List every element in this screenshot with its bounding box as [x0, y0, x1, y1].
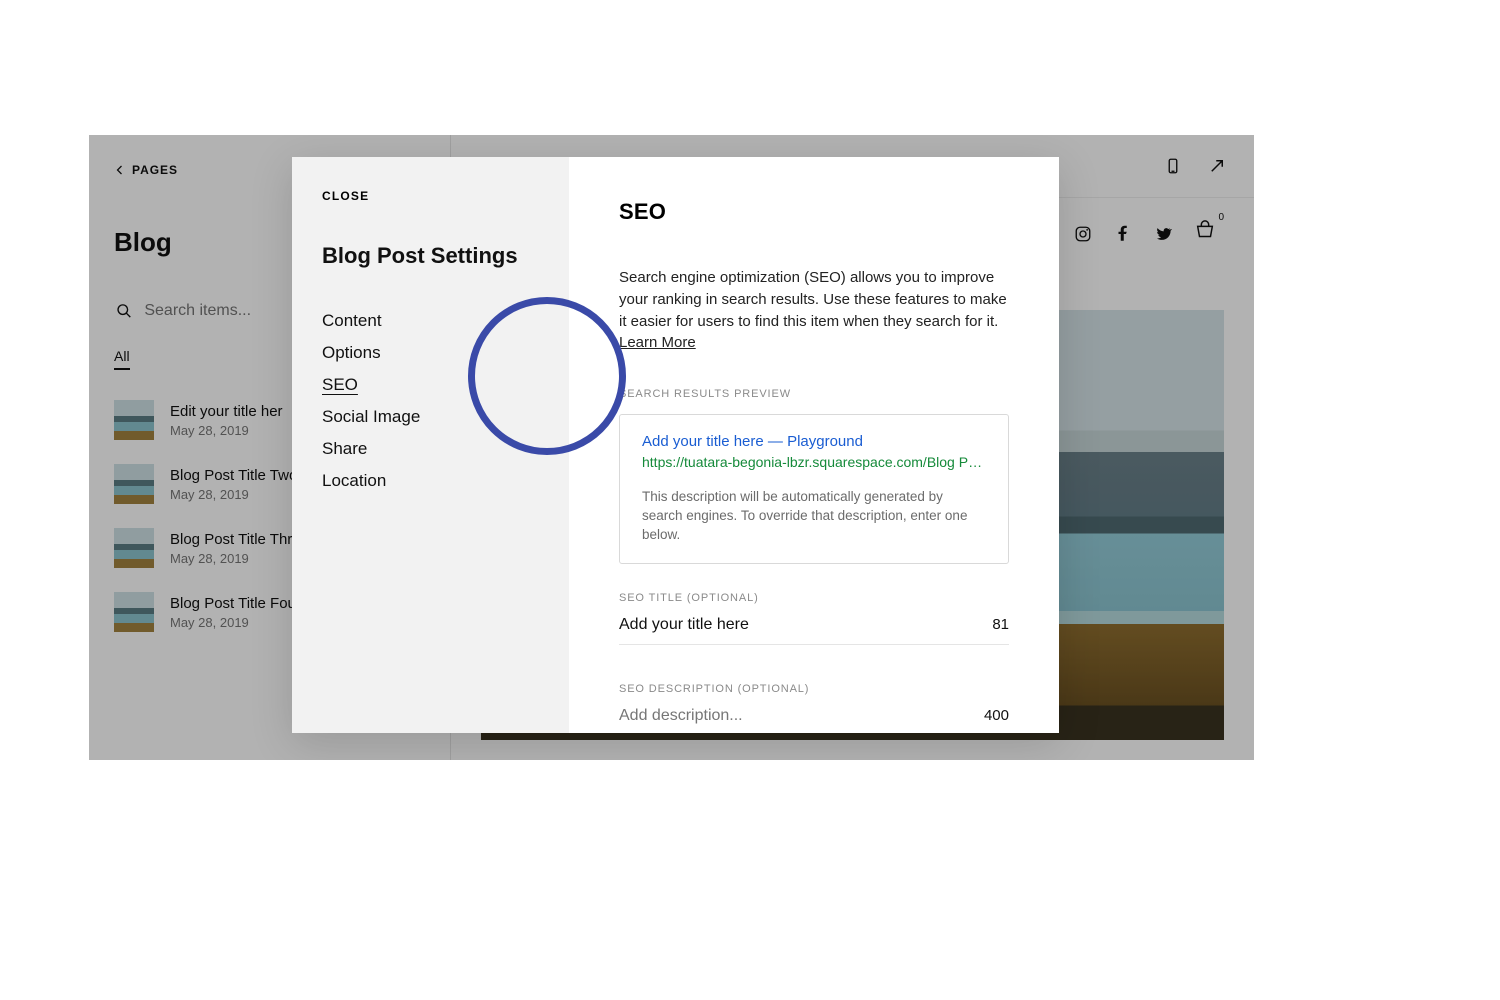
modal-nav: Content Options SEO Social Image Share L… [322, 311, 539, 491]
modal-sidebar: CLOSE Blog Post Settings Content Options… [292, 157, 569, 733]
modal-title: Blog Post Settings [322, 243, 539, 269]
seo-desc-field[interactable]: Add description... 400 [619, 707, 1009, 733]
nav-options[interactable]: Options [322, 343, 539, 363]
seo-title-count: 81 [992, 616, 1009, 633]
nav-location[interactable]: Location [322, 471, 539, 491]
settings-modal: CLOSE Blog Post Settings Content Options… [292, 157, 1059, 733]
nav-share[interactable]: Share [322, 439, 539, 459]
preview-description: This description will be automatically g… [642, 488, 986, 545]
preview-title: Add your title here — Playground [642, 433, 986, 450]
search-preview-card: Add your title here — Playground https:/… [619, 414, 1009, 564]
preview-url: https://tuatara-begonia-lbzr.squarespace… [642, 454, 986, 470]
close-button[interactable]: CLOSE [322, 189, 539, 203]
nav-seo[interactable]: SEO [322, 375, 539, 395]
seo-desc-count: 400 [984, 707, 1009, 724]
seo-title-label: SEO TITLE (OPTIONAL) [619, 592, 1009, 604]
seo-desc-label: SEO DESCRIPTION (OPTIONAL) [619, 683, 1009, 695]
intro-text: Search engine optimization (SEO) allows … [619, 269, 1007, 330]
learn-more-link[interactable]: Learn More [619, 334, 696, 351]
nav-content[interactable]: Content [322, 311, 539, 331]
app-frame: PAGES Blog All Edit your title her May 2… [89, 135, 1254, 760]
modal-content: SEO Search engine optimization (SEO) all… [569, 157, 1059, 733]
seo-desc-placeholder: Add description... [619, 707, 743, 725]
seo-title-value: Add your title here [619, 616, 749, 634]
seo-title-field[interactable]: Add your title here 81 [619, 616, 1009, 645]
panel-heading: SEO [619, 199, 1009, 225]
panel-intro: Search engine optimization (SEO) allows … [619, 267, 1009, 354]
preview-label: SEARCH RESULTS PREVIEW [619, 388, 1009, 400]
nav-social-image[interactable]: Social Image [322, 407, 539, 427]
